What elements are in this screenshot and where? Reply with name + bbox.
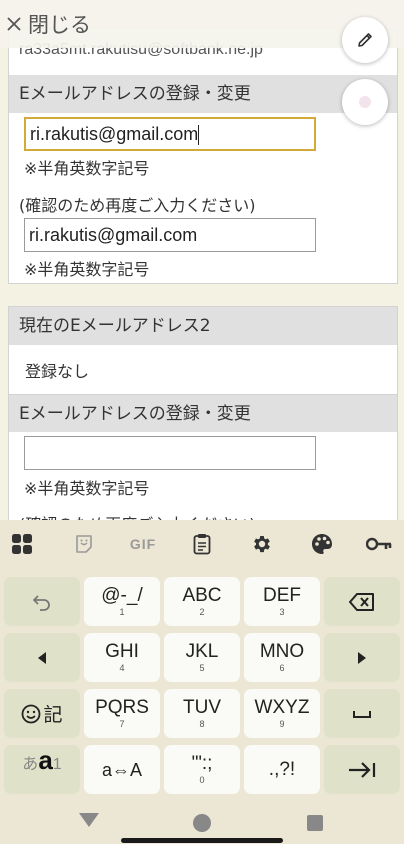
key-2[interactable]: ABC 2: [164, 577, 240, 626]
apps-grid-button[interactable]: [10, 532, 34, 556]
gear-icon: [254, 536, 270, 553]
key-9-sub: 9: [279, 719, 285, 729]
section-title-email-change: Eメールアドレスの登録・変更: [9, 75, 397, 113]
email-input[interactable]: ri.rakutis@gmail.com: [24, 117, 316, 151]
key-3-sub: 3: [279, 607, 285, 617]
punctuation-key[interactable]: .,?!: [244, 745, 320, 794]
email-form-card-2: 現在のEメールアドレス2 登録なし Eメールアドレスの登録・変更 ※半角英数字記…: [8, 306, 398, 520]
recents-button[interactable]: [307, 815, 323, 831]
key-6[interactable]: MNO 6: [244, 633, 320, 682]
clipboard-icon: [193, 534, 211, 555]
key-3-label: DEF: [263, 585, 301, 606]
close-icon: [7, 17, 21, 31]
mode-alpha-label: a: [38, 745, 53, 775]
chevron-down-icon: [79, 813, 99, 827]
punctuation-label: .,?!: [268, 758, 296, 780]
close-button[interactable]: 閉じる: [6, 9, 91, 39]
case-toggle-key[interactable]: a⇔A: [84, 745, 160, 794]
undo-key[interactable]: [4, 577, 80, 626]
gesture-home-indicator[interactable]: [121, 838, 283, 843]
key-1[interactable]: @-_/1: [84, 577, 160, 626]
sticker-button[interactable]: [72, 532, 96, 556]
key-5-sub: 5: [199, 663, 205, 673]
gif-button[interactable]: GIF: [126, 532, 160, 556]
email-form-card-1: ra33a5mt.rakutisu@softbank.ne.jp Eメールアドレ…: [8, 28, 398, 284]
clipboard-button[interactable]: [190, 532, 214, 556]
key-8-label: TUV: [183, 697, 221, 718]
key-icon: [366, 537, 392, 551]
floating-action-button[interactable]: [342, 79, 388, 125]
email-confirm-input[interactable]: ri.rakutis@gmail.com: [24, 218, 316, 252]
key-6-sub: 6: [279, 663, 285, 673]
settings-button[interactable]: [250, 532, 274, 556]
web-content: ra33a5mt.rakutisu@softbank.ne.jp Eメールアドレ…: [0, 0, 404, 520]
flick-keyboard: @-_/1 ABC 2 DEF 3 GHI 4 JKL 5 MNO 6 記 PQRS 7 T…: [0, 570, 404, 794]
email2-input[interactable]: [24, 436, 316, 470]
key-8[interactable]: TUV 8: [164, 689, 240, 738]
arrow-left-icon: [38, 651, 46, 664]
confirm-format-note: ※半角英数字記号: [24, 260, 150, 279]
key-5-label: JKL: [185, 641, 219, 662]
gif-label: GIF: [129, 536, 157, 552]
cursor-right-key[interactable]: [324, 633, 400, 682]
key-7-sub: 7: [119, 719, 125, 729]
key-4-sub: 4: [119, 663, 125, 673]
apps-grid-icon: [12, 534, 32, 554]
current-email2-value: 登録なし: [25, 362, 90, 381]
cursor-left-key[interactable]: [4, 633, 80, 682]
space-key[interactable]: [324, 689, 400, 738]
backspace-icon: [349, 592, 374, 611]
input-mode-key[interactable]: あ a 1: [4, 745, 80, 794]
email-input-value: ri.rakutis@gmail.com: [30, 124, 199, 144]
palette-icon: [312, 534, 332, 554]
key-7-label: PQRS: [95, 697, 149, 718]
mode-num-label: 1: [52, 756, 62, 773]
current-email2-title: 現在のEメールアドレス2: [9, 307, 397, 345]
key-5[interactable]: JKL 5: [164, 633, 240, 682]
theme-button[interactable]: [310, 532, 334, 556]
close-label: 閉じる: [28, 13, 91, 37]
space-icon: [353, 710, 371, 718]
key-1-sub: 1: [119, 607, 125, 617]
keyboard-toolbar: GIF: [0, 520, 404, 570]
mode-kana-label: あ: [22, 754, 39, 773]
key-9-label: WXYZ: [254, 697, 310, 718]
tab-arrow-icon: [349, 761, 376, 778]
edit-button[interactable]: [342, 17, 388, 63]
case-toggle-label: a⇔A: [101, 759, 143, 780]
system-nav-bar: [0, 794, 404, 844]
key-0-sub: 0: [199, 775, 205, 785]
confirm-instruction: (確認のため再度ご入力ください): [19, 196, 256, 215]
sticker-icon: [76, 535, 92, 553]
text-caret: [198, 125, 200, 146]
key-3[interactable]: DEF 3: [244, 577, 320, 626]
key-4[interactable]: GHI 4: [84, 633, 160, 682]
kigo-label: 記: [43, 704, 63, 726]
key-2-sub: 2: [199, 607, 205, 617]
emoji-kigo-key[interactable]: 記: [4, 689, 80, 738]
key-7[interactable]: PQRS 7: [84, 689, 160, 738]
pink-dot-icon: [359, 96, 371, 108]
key-6-label: MNO: [259, 641, 305, 662]
key-4-label: GHI: [105, 641, 139, 662]
smiley-icon: [22, 704, 41, 723]
hide-keyboard-button[interactable]: [78, 811, 102, 831]
home-button[interactable]: [193, 814, 211, 832]
key-8-sub: 8: [199, 719, 205, 729]
key-2-label: ABC: [182, 585, 222, 606]
email-format-note: ※半角英数字記号: [24, 159, 150, 178]
key-0-label: '":;: [191, 753, 213, 774]
undo-icon: [33, 594, 50, 611]
key-9[interactable]: WXYZ 9: [244, 689, 320, 738]
next-field-key[interactable]: [324, 745, 400, 794]
pencil-icon: [358, 33, 372, 47]
arrow-right-icon: [358, 651, 366, 664]
email2-confirm-instruction: (確認のため再度ご入力ください): [19, 511, 256, 520]
section-title-email2-change: Eメールアドレスの登録・変更: [9, 394, 397, 432]
backspace-key[interactable]: [324, 577, 400, 626]
password-button[interactable]: [366, 532, 392, 556]
key-1-label: @-_/: [101, 585, 143, 606]
email2-format-note: ※半角英数字記号: [24, 479, 150, 498]
key-0[interactable]: '":; 0: [164, 745, 240, 794]
